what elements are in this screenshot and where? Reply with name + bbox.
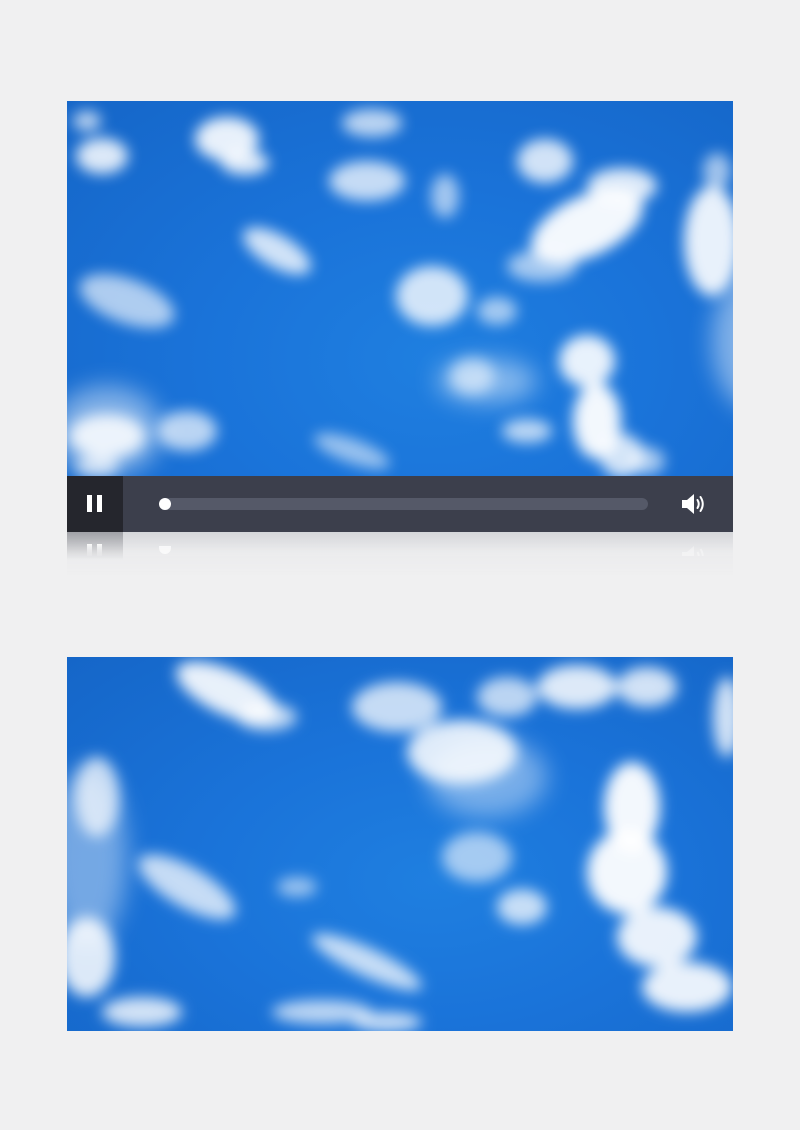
volume-button[interactable] [679,490,707,518]
progress-knob[interactable] [159,498,171,510]
sky-video-frame [67,109,733,478]
control-bar-reflection [67,532,733,576]
progress-bar[interactable] [159,498,648,510]
video-preview-frame [67,657,733,1031]
video-player[interactable] [67,101,733,532]
pause-button[interactable] [67,476,123,532]
speaker-volume-icon [682,494,704,514]
video-control-bar [67,476,733,532]
sky-video-frame [67,661,733,1031]
